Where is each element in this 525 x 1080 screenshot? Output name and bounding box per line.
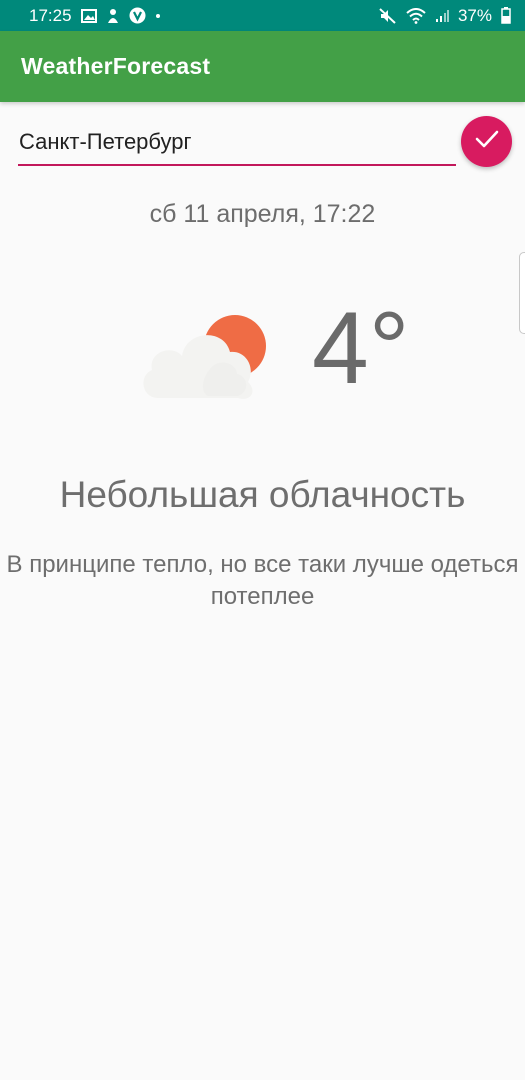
app-title: WeatherForecast xyxy=(21,53,211,79)
wifi-icon xyxy=(406,7,426,24)
status-bar: 17:25 37% xyxy=(0,0,525,31)
battery-icon xyxy=(501,7,511,24)
status-left-group: 17:25 xyxy=(29,6,161,26)
temperature: 4° xyxy=(312,291,410,405)
signal-icon xyxy=(435,9,449,23)
city-input[interactable] xyxy=(18,124,456,166)
mascot-icon xyxy=(106,8,120,24)
status-right-group: 37% xyxy=(379,6,511,26)
v-app-icon xyxy=(129,7,146,24)
weather-condition: Небольшая облачность xyxy=(59,474,466,515)
check-icon xyxy=(475,129,499,154)
confirm-button[interactable] xyxy=(461,116,512,167)
weather-advice: В принципе тепло, но все таки лучше одет… xyxy=(0,549,525,613)
status-time: 17:25 xyxy=(29,5,72,25)
app-bar: WeatherForecast xyxy=(0,31,525,102)
dot-icon xyxy=(155,13,161,19)
gallery-icon xyxy=(80,8,97,23)
scroll-indicator[interactable] xyxy=(519,252,525,334)
forecast-date: сб 11 апреля, 17:22 xyxy=(149,200,376,228)
mute-icon xyxy=(379,7,397,24)
battery-percent: 37% xyxy=(457,5,492,25)
partly-cloudy-icon xyxy=(138,306,270,402)
weather-advice-text: В принципе тепло, но все таки лучше одет… xyxy=(6,551,519,610)
